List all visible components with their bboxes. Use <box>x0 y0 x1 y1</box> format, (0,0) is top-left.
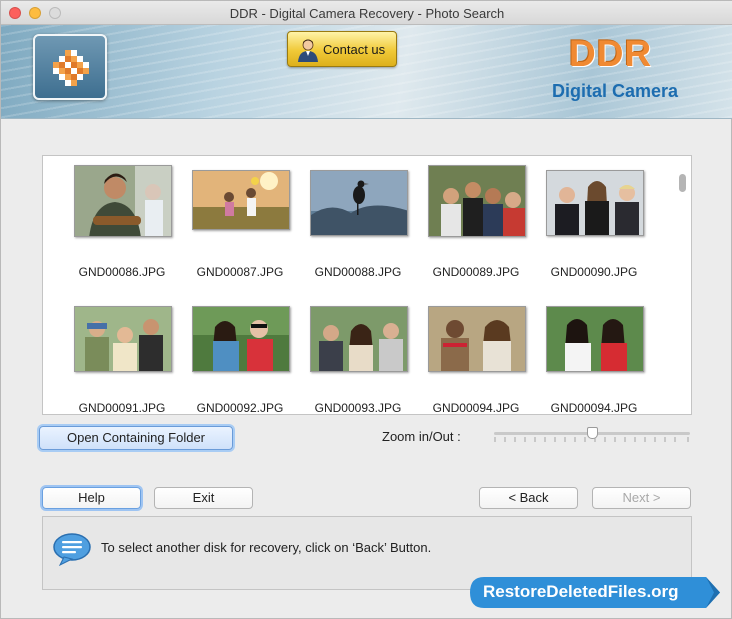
thumbnail-filename: GND00091.JPG <box>78 401 166 415</box>
watermark-banner: RestoreDeletedFiles.org <box>470 577 720 608</box>
photo-thumbnail[interactable] <box>192 170 290 230</box>
thumbnail-item[interactable]: GND00092.JPG <box>182 301 292 414</box>
thumbnail-filename: GND00088.JPG <box>314 265 402 279</box>
app-logo <box>33 34 107 100</box>
photo-thumbnail[interactable] <box>428 165 526 237</box>
thumbnail-filename: GND00093.JPG <box>314 401 402 415</box>
back-button[interactable]: < Back <box>479 487 578 509</box>
title-bar: DDR - Digital Camera Recovery - Photo Se… <box>1 1 732 25</box>
zoom-label: Zoom in/Out : <box>382 429 461 444</box>
thumbnail-filename: GND00094.JPG <box>550 401 638 415</box>
thumbnail-item[interactable]: GND00090.JPG <box>536 165 646 285</box>
app-window: DDR - Digital Camera Recovery - Photo Se… <box>0 0 732 619</box>
thumbnail-filename: GND00094.JPG <box>432 401 520 415</box>
header-banner: Contact us DDR Digital Camera <box>1 25 732 119</box>
open-containing-folder-button[interactable]: Open Containing Folder <box>39 426 233 450</box>
brand-subtitle: Digital Camera <box>552 81 679 101</box>
speech-bubble-icon <box>53 533 91 566</box>
thumbnail-item[interactable]: GND00093.JPG <box>300 301 410 414</box>
thumbnail-item[interactable]: GND00094.JPG <box>536 301 646 414</box>
thumbnail-filename: GND00087.JPG <box>196 265 284 279</box>
thumbnail-item[interactable]: GND00091.JPG <box>64 301 174 414</box>
status-message: To select another disk for recovery, cli… <box>101 540 432 555</box>
thumbnail-filename: GND00090.JPG <box>550 265 638 279</box>
contact-us-button[interactable]: Contact us <box>287 31 397 67</box>
contact-us-label: Contact us <box>323 42 386 57</box>
thumbnail-filename: GND00089.JPG <box>432 265 520 279</box>
thumbnail-item[interactable]: GND00094.JPG <box>418 301 528 414</box>
person-icon <box>298 39 318 62</box>
exit-button[interactable]: Exit <box>154 487 253 509</box>
photo-thumbnail[interactable] <box>74 165 172 237</box>
next-button[interactable]: Next > <box>592 487 691 509</box>
photo-thumbnail[interactable] <box>192 306 290 372</box>
zoom-slider-knob[interactable] <box>587 427 598 439</box>
thumbnail-filename: GND00092.JPG <box>196 401 284 415</box>
photo-thumbnail[interactable] <box>310 170 408 236</box>
checker-burst-icon <box>53 50 89 86</box>
photo-thumbnail[interactable] <box>546 306 644 372</box>
thumbnail-item[interactable]: GND00088.JPG <box>300 165 410 285</box>
thumbnail-filename: GND00086.JPG <box>78 265 166 279</box>
help-button[interactable]: Help <box>42 487 141 509</box>
brand-title: DDR <box>569 33 653 74</box>
thumbnail-item[interactable]: GND00089.JPG <box>418 165 528 285</box>
thumbnail-item[interactable]: GND00087.JPG <box>182 165 292 285</box>
vertical-scrollbar[interactable] <box>679 174 686 192</box>
photo-thumbnail[interactable] <box>310 306 408 372</box>
photo-thumbnail[interactable] <box>74 306 172 372</box>
watermark-text: RestoreDeletedFiles.org <box>483 582 679 601</box>
photo-thumbnail[interactable] <box>546 170 644 236</box>
thumbnail-pane[interactable]: GND00086.JPG GND00087.JPG GND00088.JPG G… <box>42 155 692 415</box>
window-title: DDR - Digital Camera Recovery - Photo Se… <box>229 6 505 21</box>
photo-thumbnail[interactable] <box>428 306 526 372</box>
thumbnail-item[interactable]: GND00086.JPG <box>64 165 174 285</box>
